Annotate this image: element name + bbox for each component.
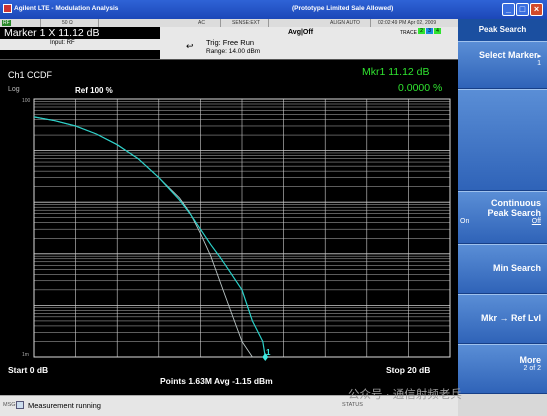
marker-readout: Marker 1 X 11.12 dB	[0, 27, 160, 39]
softkey-menu-title: Peak Search	[458, 19, 547, 41]
continuous-label-2: Peak Search	[487, 208, 541, 218]
trigger-label: Trig: Free Run	[206, 38, 255, 47]
coupling-label: AC	[198, 20, 205, 26]
plot-screen: Ch1 CCDF Log Ref 100 % Mkr1 11.12 dB 0.0…	[0, 59, 458, 395]
marker-number: 1	[266, 348, 271, 357]
prototype-title: (Prototype Limited Sale Allowed)	[292, 5, 394, 12]
trace-box-3: 3	[426, 28, 433, 34]
select-marker-label: Select Marker	[478, 50, 538, 60]
status-message: Measurement running	[28, 401, 101, 410]
message-icon	[16, 401, 24, 409]
plot-grid	[33, 98, 451, 358]
min-search-button[interactable]: Min Search	[458, 244, 547, 294]
watermark: 公众号 · 通信射频老兵	[348, 389, 462, 401]
trace-box-4: 4	[434, 28, 441, 34]
blank-softkey	[458, 89, 547, 191]
msg-tag: MSG	[3, 402, 16, 408]
status-strip: RF 50 Ω AC SENSE:EXT ALIGN AUTO 02:02:49…	[0, 19, 458, 27]
stop-label: Stop 20 dB	[386, 365, 431, 375]
analyzer-window: Agilent LTE - Modulation Analysis (Proto…	[0, 0, 547, 416]
input-label: Input: RF	[50, 40, 75, 46]
points-label: Points 1.63M Avg -1.15 dBm	[160, 376, 273, 386]
window-title: Agilent LTE - Modulation Analysis	[14, 5, 119, 12]
trace-label: TRACE	[400, 30, 417, 36]
datetime-label: 02:02:49 PM Apr 02, 2009	[378, 20, 437, 26]
settings-panel: Avg|Off ↩ Trig: Free Run Range: 14.00 dB…	[160, 27, 458, 59]
softkey-panel: Peak Search Select Marker▸ 1 Continuous …	[458, 19, 547, 416]
start-label: Start 0 dB	[8, 365, 49, 375]
sense-label: SENSE:EXT	[232, 20, 261, 26]
off-option: Off	[531, 218, 541, 225]
close-button[interactable]: ×	[530, 3, 543, 16]
app-icon	[3, 4, 12, 13]
status-tag: STATUS	[342, 402, 363, 408]
impedance-label: 50 Ω	[62, 20, 73, 26]
maximize-button[interactable]: □	[516, 3, 529, 16]
avg-status: Avg|Off	[288, 29, 314, 36]
more-button[interactable]: More 2 of 2	[458, 344, 547, 394]
select-marker-value: 1	[537, 60, 541, 67]
continuous-peak-search-button[interactable]: Continuous Peak Search On Off	[458, 191, 547, 244]
ccdf-plot	[33, 98, 451, 361]
mkr-to-ref-lvl-button[interactable]: Mkr → Ref Lvl	[458, 294, 547, 344]
continuous-label-1: Continuous	[491, 198, 541, 208]
title-bar: Agilent LTE - Modulation Analysis (Proto…	[0, 0, 547, 19]
minimize-button[interactable]: _	[502, 3, 515, 16]
trace-box-2: 2	[418, 28, 425, 34]
rf-indicator: RF	[2, 20, 11, 26]
select-marker-button[interactable]: Select Marker▸ 1	[458, 41, 547, 89]
return-icon[interactable]: ↩	[186, 41, 194, 52]
align-label: ALIGN AUTO	[330, 20, 360, 26]
more-label: More	[519, 355, 541, 365]
more-page-label: 2 of 2	[523, 365, 541, 372]
on-option: On	[460, 218, 470, 225]
submenu-arrow-icon: ▸	[537, 53, 541, 60]
range-label: Range: 14.00 dBm	[206, 48, 261, 55]
